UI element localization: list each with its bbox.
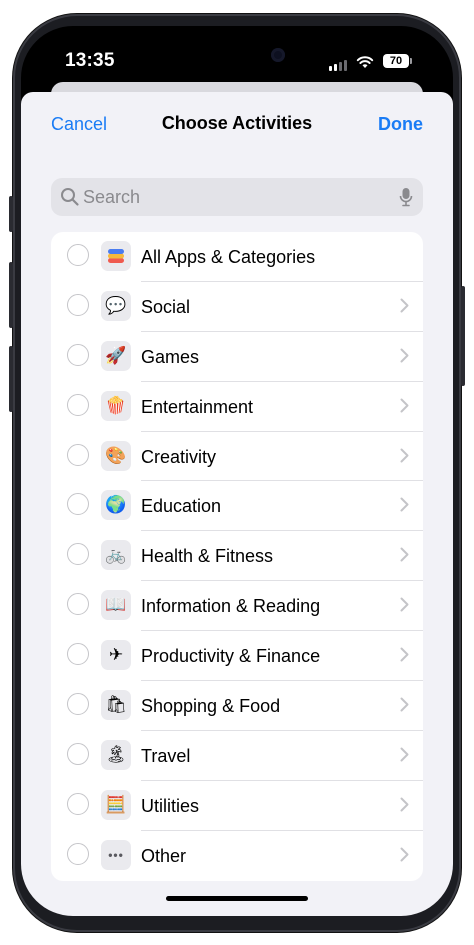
volume-up-button	[9, 262, 13, 328]
rocket-icon: 🚀	[101, 340, 131, 371]
list-item[interactable]: 🍿 Entertainment	[51, 382, 423, 432]
chevron-right-icon	[400, 697, 409, 712]
selection-radio[interactable]	[67, 443, 89, 466]
camera-icon	[271, 48, 285, 62]
calculator-icon: 🧮	[101, 789, 131, 820]
list-item-label: Creativity	[141, 446, 217, 467]
microphone-icon[interactable]	[399, 187, 413, 207]
selection-radio[interactable]	[67, 493, 89, 516]
bicycle-icon: 🚲	[101, 540, 131, 571]
screen: 13:35 70 Cancel Choose Activities Done S…	[21, 26, 453, 916]
selection-radio[interactable]	[67, 343, 89, 366]
chevron-right-icon	[400, 547, 409, 562]
action-button	[9, 196, 13, 232]
list-item[interactable]: 🚲 Health & Fitness	[51, 531, 423, 582]
selection-radio[interactable]	[67, 693, 89, 716]
cellular-signal-icon	[329, 60, 347, 71]
list-item-label: Productivity & Finance	[141, 646, 321, 667]
globe-icon: 🌍	[101, 490, 131, 521]
list-item-label: Social	[141, 296, 191, 317]
chevron-right-icon	[400, 647, 409, 662]
home-indicator[interactable]	[166, 896, 308, 901]
search-field[interactable]	[51, 178, 423, 216]
list-item-label: Other	[141, 845, 187, 866]
wifi-icon	[356, 56, 374, 68]
done-button[interactable]: Done	[378, 114, 423, 135]
activities-list: All Apps & Categories 💬 Social 🚀 Games 🍿 Enter…	[51, 232, 423, 881]
list-item-label: Shopping & Food	[141, 696, 281, 717]
list-item-label: Utilities	[141, 795, 200, 816]
selection-radio[interactable]	[67, 393, 89, 416]
list-item-label: Information & Reading	[141, 596, 321, 617]
book-icon: 📖	[101, 590, 131, 621]
battery-icon: 70	[383, 54, 412, 68]
chevron-right-icon	[400, 797, 409, 812]
list-item[interactable]: 🏝 Travel	[51, 731, 423, 781]
navigation-bar: Cancel Choose Activities Done	[21, 92, 453, 152]
selection-radio[interactable]	[67, 792, 89, 815]
list-item[interactable]: 🌍 Education	[51, 481, 423, 532]
list-item-label: Education	[141, 496, 222, 517]
selection-radio[interactable]	[67, 643, 89, 666]
chevron-right-icon	[400, 847, 409, 862]
list-item[interactable]: 🎨 Creativity	[51, 432, 423, 482]
chevron-right-icon	[400, 497, 409, 512]
chevron-right-icon	[400, 448, 409, 463]
stack-icon	[101, 241, 131, 271]
search-icon	[61, 188, 79, 206]
selection-radio[interactable]	[67, 543, 89, 566]
selection-radio[interactable]	[67, 593, 89, 616]
list-item-label: Entertainment	[141, 396, 254, 417]
dynamic-island	[175, 38, 300, 72]
list-item[interactable]: ✈ Productivity & Finance	[51, 631, 423, 682]
chevron-right-icon	[400, 597, 409, 612]
chevron-right-icon	[400, 398, 409, 413]
paper-plane-icon: ✈	[101, 640, 131, 671]
heart-bubble-icon: 💬	[101, 290, 131, 321]
list-item[interactable]: ••• Other	[51, 831, 423, 881]
palette-icon: 🎨	[101, 440, 131, 471]
chevron-right-icon	[400, 747, 409, 762]
selection-radio[interactable]	[67, 244, 89, 266]
choose-activities-sheet: Cancel Choose Activities Done All Apps &…	[21, 92, 453, 916]
popcorn-icon: 🍿	[101, 390, 131, 421]
selection-radio[interactable]	[67, 293, 89, 316]
list-item[interactable]: 📖 Information & Reading	[51, 581, 423, 632]
chevron-right-icon	[400, 298, 409, 313]
volume-down-button	[9, 346, 13, 412]
list-item-label: Health & Fitness	[141, 546, 274, 567]
shopping-bag-icon: 🛍	[101, 690, 131, 721]
list-item[interactable]: 🛍 Shopping & Food	[51, 681, 423, 731]
power-button	[461, 286, 465, 386]
list-item[interactable]: 💬 Social	[51, 282, 423, 332]
list-item[interactable]: 🧮 Utilities	[51, 781, 423, 831]
list-item-label: All Apps & Categories	[141, 247, 316, 267]
search-input[interactable]	[83, 178, 383, 216]
status-time: 13:35	[65, 50, 115, 71]
island-icon: 🏝	[101, 739, 131, 770]
selection-radio[interactable]	[67, 742, 89, 765]
status-bar: 13:35 70	[21, 26, 453, 84]
list-item[interactable]: 🚀 Games	[51, 332, 423, 382]
chevron-right-icon	[400, 348, 409, 363]
list-item-label: Travel	[141, 745, 191, 766]
ellipsis-icon: •••	[101, 839, 131, 870]
list-item-label: Games	[141, 346, 200, 367]
list-item[interactable]: All Apps & Categories	[51, 232, 423, 282]
selection-radio[interactable]	[67, 842, 89, 865]
